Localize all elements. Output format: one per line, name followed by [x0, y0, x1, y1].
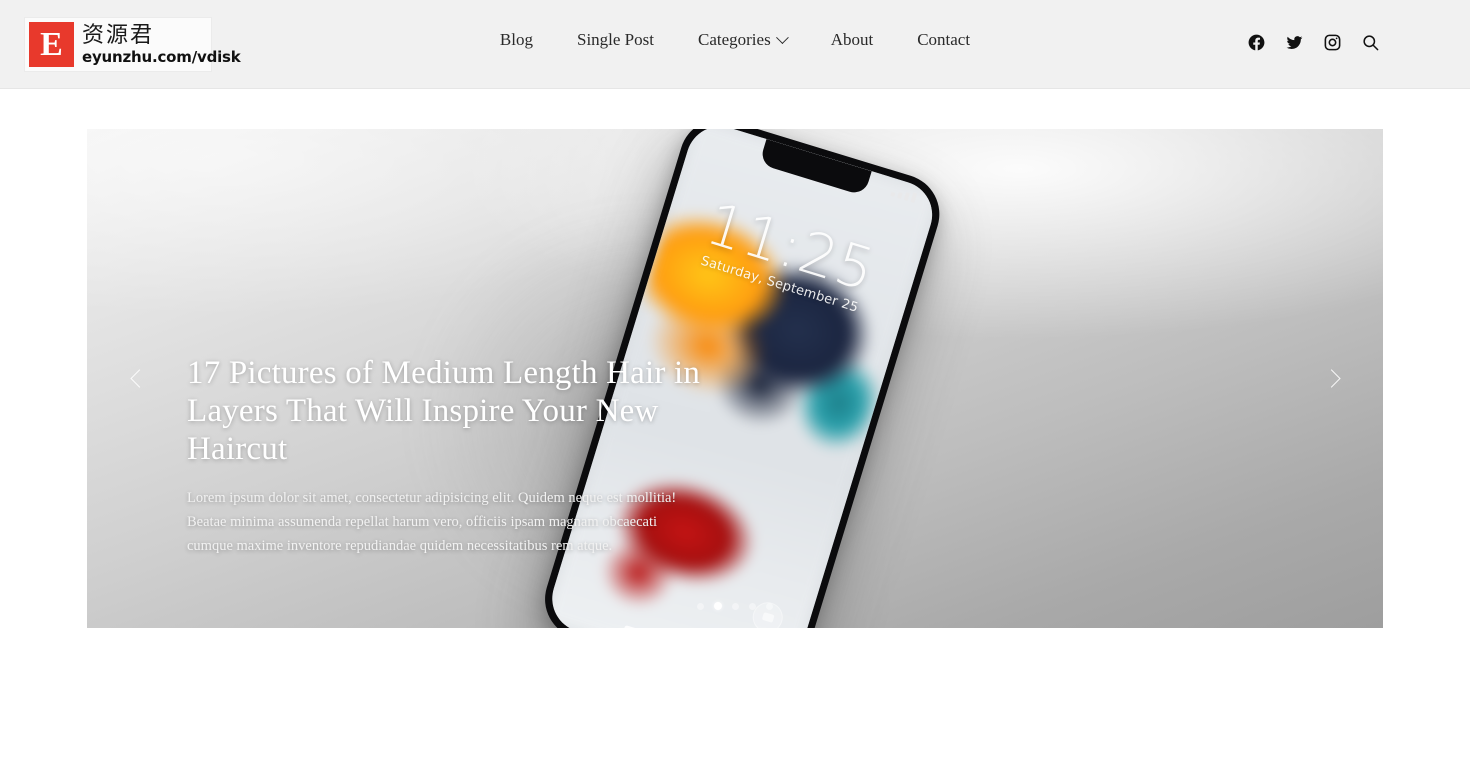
nav-item-blog[interactable]: Blog: [500, 30, 533, 50]
search-icon[interactable]: [1361, 33, 1380, 57]
hero-caption: 17 Pictures of Medium Length Hair in Lay…: [187, 354, 707, 558]
carousel-dot-1[interactable]: [697, 602, 704, 610]
hero-carousel: 11:25 Saturday, September 25 17 Pictures…: [87, 129, 1383, 628]
instagram-icon[interactable]: [1323, 33, 1342, 57]
chevron-down-icon: [775, 30, 789, 44]
nav-label: Single Post: [576, 30, 654, 49]
twitter-icon[interactable]: [1285, 33, 1304, 57]
hero-section: 11:25 Saturday, September 25 17 Pictures…: [0, 89, 1470, 780]
carousel-dot-2[interactable]: [714, 602, 722, 610]
logo-url: eyunzhu.com/vdisk: [82, 47, 241, 66]
hero-description: Lorem ipsum dolor sit amet, consectetur …: [187, 490, 677, 554]
carousel-dot-4[interactable]: [749, 602, 756, 610]
header-social-links: [1247, 33, 1380, 57]
carousel-pagination: [697, 602, 773, 610]
nav-label: Categories: [697, 30, 771, 49]
carousel-next-button[interactable]: [1311, 357, 1355, 401]
logo-text: 资源君 eyunzhu.com/vdisk: [82, 22, 241, 66]
main-navigation: Blog Single Post Categories About Contac…: [500, 30, 970, 50]
nav-label: About: [830, 30, 874, 49]
nav-label: Contact: [917, 30, 971, 49]
carousel-prev-button[interactable]: [115, 357, 159, 401]
facebook-icon[interactable]: [1247, 33, 1266, 57]
nav-label: Blog: [499, 30, 533, 49]
carousel-dot-3[interactable]: [732, 602, 739, 610]
logo-mark-icon: E: [29, 22, 74, 67]
nav-item-contact[interactable]: Contact: [917, 30, 970, 50]
logo-chinese-name: 资源君: [82, 22, 155, 48]
nav-item-about[interactable]: About: [831, 30, 874, 50]
chevron-left-icon: [129, 369, 149, 388]
site-logo[interactable]: E 资源君 eyunzhu.com/vdisk: [24, 17, 241, 72]
hero-title[interactable]: 17 Pictures of Medium Length Hair in Lay…: [187, 354, 707, 468]
site-header: E 资源君 eyunzhu.com/vdisk Blog Single Post…: [0, 0, 1470, 89]
chevron-right-icon: [1321, 369, 1341, 388]
nav-item-categories[interactable]: Categories: [697, 30, 789, 50]
carousel-dot-5[interactable]: [766, 602, 773, 610]
logo-mark-letter: E: [40, 25, 63, 63]
nav-item-single-post[interactable]: Single Post: [577, 30, 654, 50]
